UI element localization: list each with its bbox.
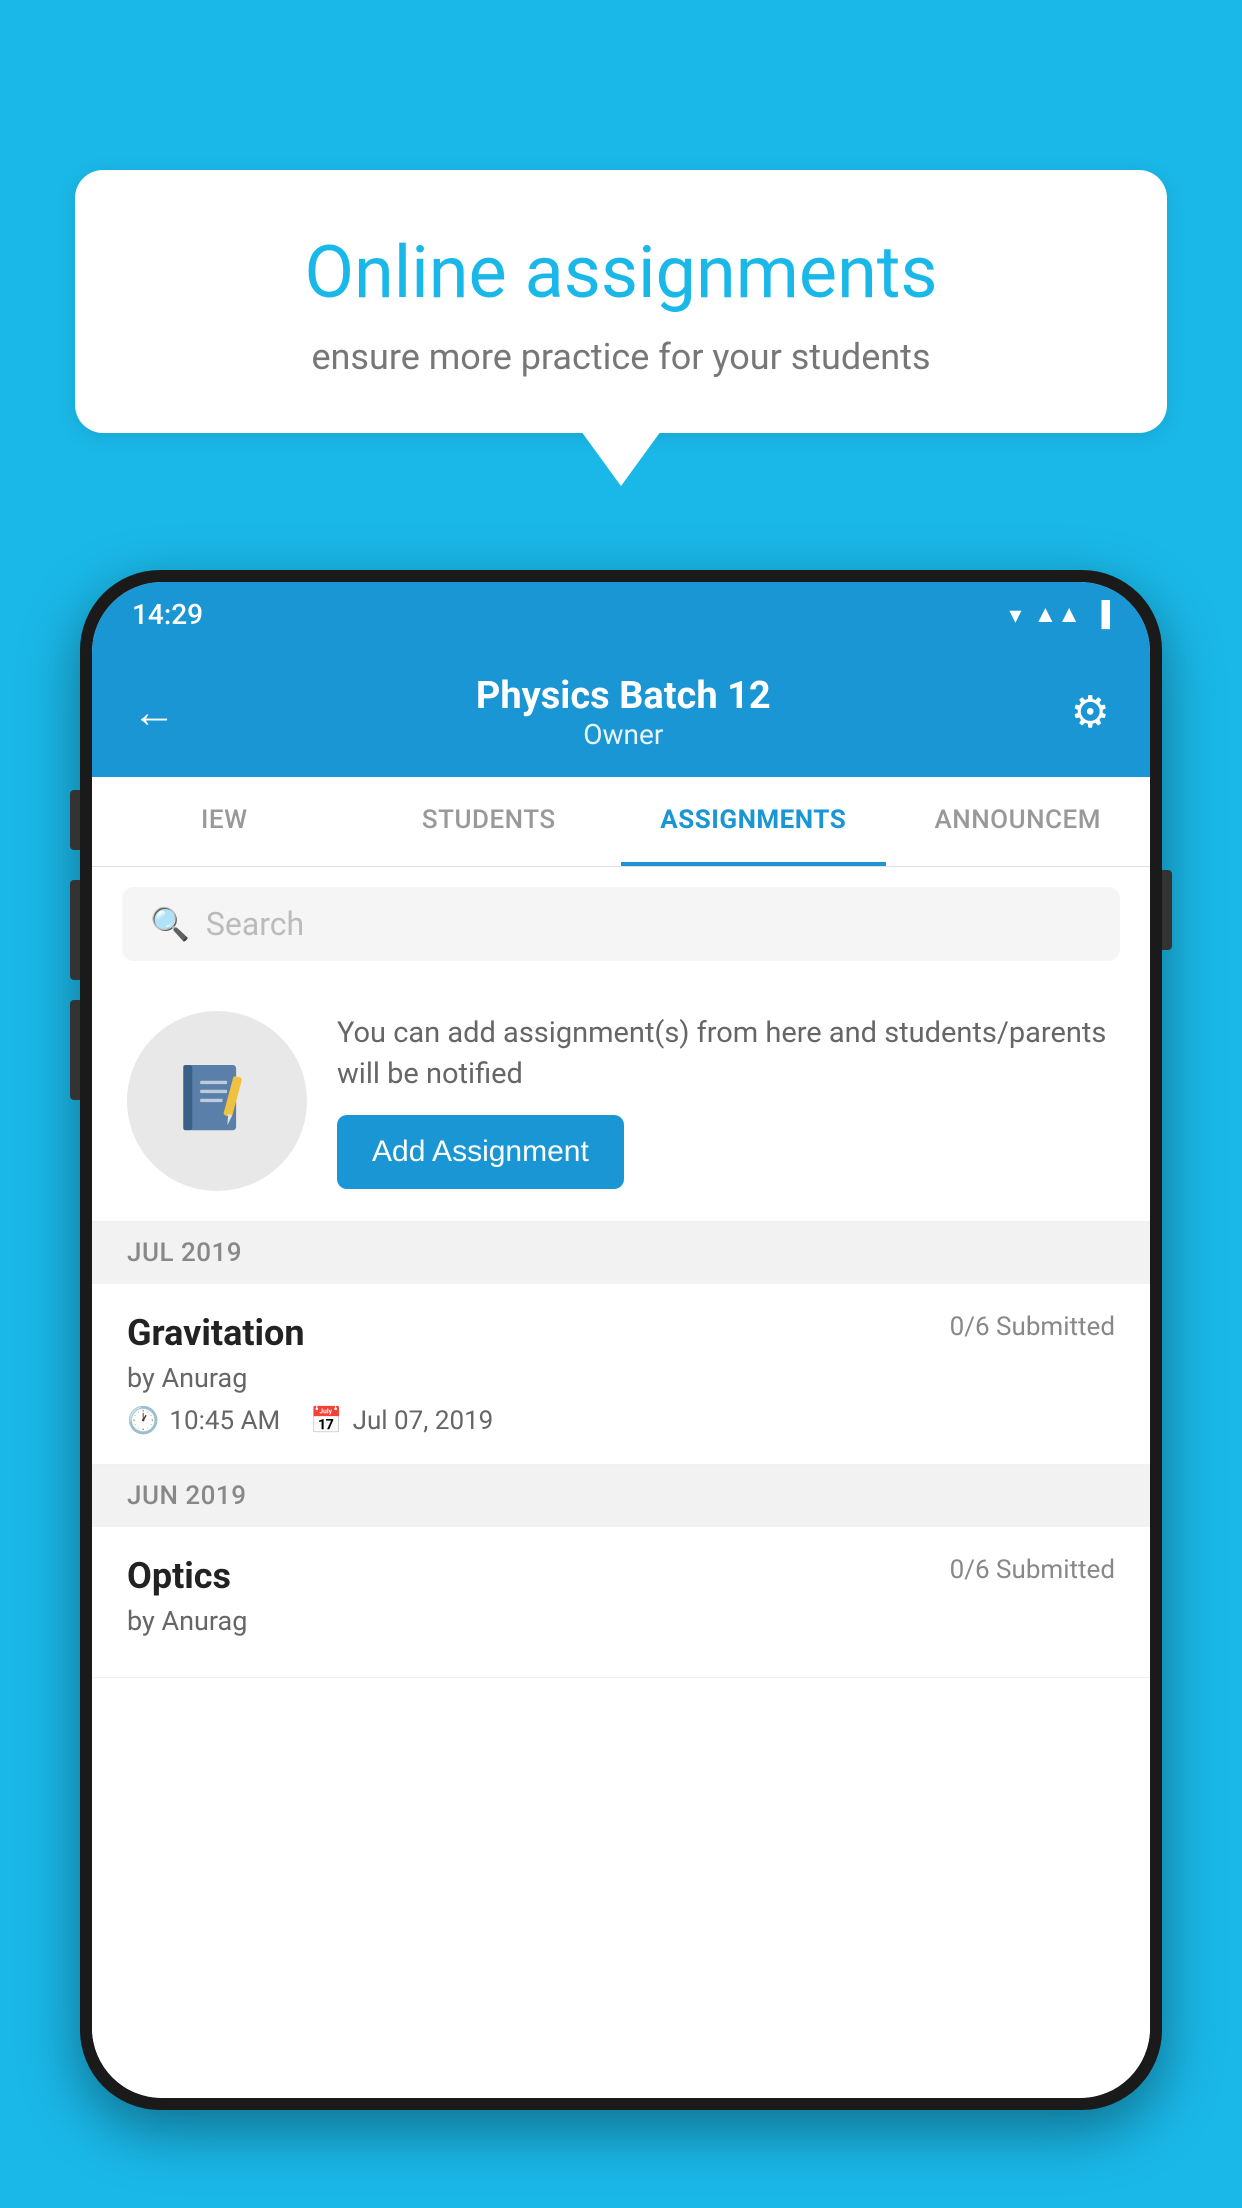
- speech-bubble-subtitle: ensure more practice for your students: [145, 336, 1097, 378]
- add-assignment-button[interactable]: Add Assignment: [337, 1115, 624, 1189]
- phone-mockup: 14:29 ▾ ▲▲ ▐ ← Physics Batch 12 Owner ⚙: [80, 570, 1162, 2208]
- wifi-icon: ▾: [1009, 601, 1021, 629]
- section-jul-2019: JUL 2019: [92, 1222, 1150, 1284]
- back-button[interactable]: ←: [132, 686, 176, 738]
- speech-bubble-container: Online assignments ensure more practice …: [75, 170, 1167, 486]
- tab-assignments[interactable]: ASSIGNMENTS: [621, 777, 886, 866]
- settings-button[interactable]: ⚙: [1071, 686, 1110, 738]
- search-box[interactable]: 🔍 Search: [122, 887, 1120, 961]
- section-jun-2019: JUN 2019: [92, 1465, 1150, 1527]
- phone-silent-button: [70, 1000, 80, 1100]
- status-bar: 14:29 ▾ ▲▲ ▐: [92, 582, 1150, 647]
- phone-volume-up-button: [70, 790, 80, 850]
- promo-description: You can add assignment(s) from here and …: [337, 1013, 1115, 1094]
- batch-title: Physics Batch 12: [476, 674, 771, 718]
- assignment-submitted-optics: 0/6 Submitted: [950, 1555, 1115, 1585]
- assignment-header: Gravitation 0/6 Submitted: [127, 1312, 1115, 1354]
- assignment-item-gravitation[interactable]: Gravitation 0/6 Submitted by Anurag 🕐 10…: [92, 1284, 1150, 1465]
- speech-bubble: Online assignments ensure more practice …: [75, 170, 1167, 433]
- assignment-item-optics[interactable]: Optics 0/6 Submitted by Anurag: [92, 1527, 1150, 1678]
- assignment-meta: 🕐 10:45 AM 📅 Jul 07, 2019: [127, 1406, 1115, 1436]
- assignment-author-optics: by Anurag: [127, 1605, 1115, 1637]
- search-placeholder: Search: [206, 905, 304, 943]
- assignment-author: by Anurag: [127, 1362, 1115, 1394]
- assignment-header-optics: Optics 0/6 Submitted: [127, 1555, 1115, 1597]
- assignment-title-optics: Optics: [127, 1555, 231, 1597]
- content-area: 🔍 Search: [92, 867, 1150, 2098]
- search-icon: 🔍: [150, 905, 190, 943]
- phone-outer-shell: 14:29 ▾ ▲▲ ▐ ← Physics Batch 12 Owner ⚙: [80, 570, 1162, 2110]
- status-time: 14:29: [132, 598, 203, 631]
- assignment-time: 🕐 10:45 AM: [127, 1406, 280, 1436]
- battery-icon: ▐: [1093, 600, 1110, 629]
- assignment-date: 📅 Jul 07, 2019: [310, 1406, 493, 1436]
- tab-students[interactable]: STUDENTS: [357, 777, 622, 866]
- promo-icon-circle: [127, 1011, 307, 1191]
- tab-iew[interactable]: IEW: [92, 777, 357, 866]
- speech-bubble-title: Online assignments: [145, 230, 1097, 316]
- status-icons: ▾ ▲▲ ▐: [1009, 600, 1110, 629]
- header-title-group: Physics Batch 12 Owner: [476, 674, 771, 751]
- tab-announcements[interactable]: ANNOUNCEM: [886, 777, 1151, 866]
- phone-power-button: [1162, 870, 1172, 950]
- signal-icon: ▲▲: [1033, 600, 1081, 629]
- promo-text-group: You can add assignment(s) from here and …: [337, 1013, 1115, 1188]
- clock-icon: 🕐: [127, 1406, 159, 1436]
- phone-volume-down-button: [70, 880, 80, 980]
- assignment-title: Gravitation: [127, 1312, 305, 1354]
- calendar-icon: 📅: [310, 1406, 342, 1436]
- tab-bar: IEW STUDENTS ASSIGNMENTS ANNOUNCEM: [92, 777, 1150, 867]
- search-container: 🔍 Search: [92, 867, 1150, 981]
- speech-bubble-tail: [581, 431, 661, 486]
- app-header: ← Physics Batch 12 Owner ⚙: [92, 647, 1150, 777]
- phone-screen: 14:29 ▾ ▲▲ ▐ ← Physics Batch 12 Owner ⚙: [92, 582, 1150, 2098]
- promo-card: You can add assignment(s) from here and …: [92, 981, 1150, 1222]
- assignment-submitted: 0/6 Submitted: [950, 1312, 1115, 1342]
- batch-subtitle: Owner: [476, 718, 771, 751]
- notebook-icon: [172, 1056, 262, 1146]
